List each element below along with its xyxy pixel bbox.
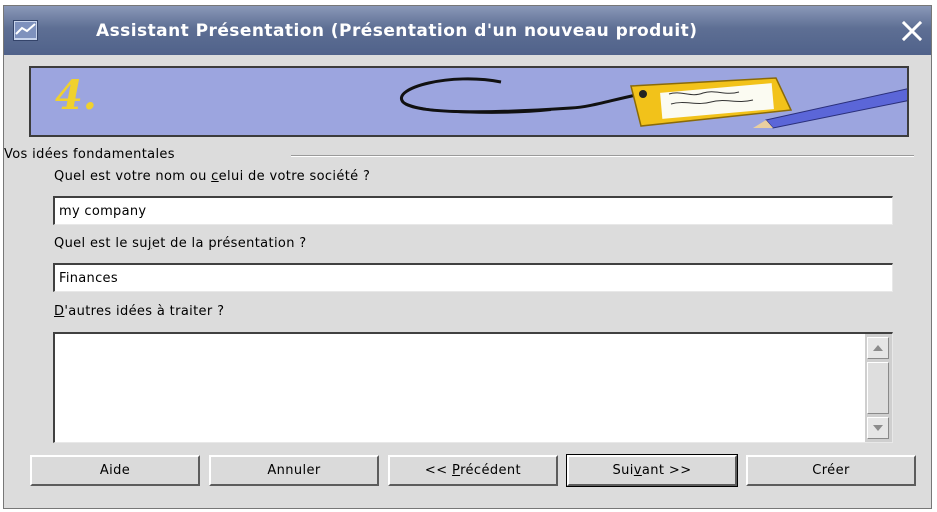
title-bar[interactable]: Assistant Présentation (Présentation d'u… — [4, 6, 931, 55]
group-title: Vos idées fondamentales — [4, 147, 175, 162]
wizard-banner: 4. — [29, 66, 909, 137]
close-icon[interactable] — [897, 16, 927, 46]
cancel-button[interactable]: Annuler — [209, 455, 379, 486]
ideas-label: D'autres idées à traiter ? — [54, 304, 225, 319]
topic-input[interactable] — [53, 263, 893, 292]
back-button[interactable]: << Précédent — [388, 455, 558, 486]
next-button[interactable]: Suivant >> — [566, 454, 738, 487]
vertical-scrollbar[interactable] — [865, 334, 892, 442]
help-button[interactable]: Aide — [30, 455, 200, 486]
scroll-up-button[interactable] — [867, 337, 889, 359]
company-label: Quel est votre nom ou celui de votre soc… — [54, 169, 371, 184]
arrow-up-icon — [873, 345, 883, 351]
tag-with-pencil-illustration — [399, 77, 907, 129]
wizard-dialog: Assistant Présentation (Présentation d'u… — [3, 5, 932, 509]
arrow-down-icon — [873, 425, 883, 431]
group-divider — [291, 155, 914, 157]
step-number: 4. — [55, 72, 97, 119]
scroll-thumb[interactable] — [867, 362, 889, 414]
ideas-textarea-frame — [53, 332, 893, 443]
topic-label: Quel est le sujet de la présentation ? — [54, 236, 307, 251]
company-input[interactable] — [53, 196, 893, 225]
presentation-app-icon — [13, 20, 38, 41]
create-button[interactable]: Créer — [746, 455, 916, 486]
scroll-down-button[interactable] — [867, 417, 889, 439]
ideas-textarea[interactable] — [55, 334, 861, 441]
window-title: Assistant Présentation (Présentation d'u… — [96, 21, 698, 41]
